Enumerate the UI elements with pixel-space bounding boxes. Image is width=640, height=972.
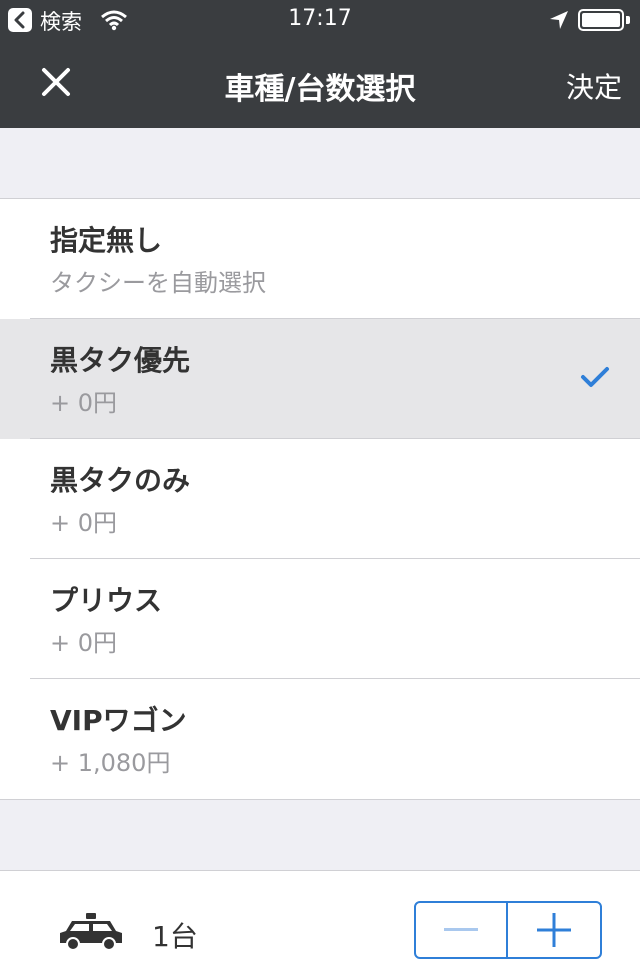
- quantity-stepper: [414, 901, 602, 959]
- option-name: 指定無し: [50, 224, 163, 257]
- option-sub: + 0円: [50, 389, 118, 417]
- option-name: プリウス: [50, 584, 163, 617]
- increment-button[interactable]: [508, 903, 600, 957]
- option-name: 黒タク優先: [50, 344, 191, 377]
- page-title: 車種/台数選択: [224, 72, 416, 107]
- option-row-none[interactable]: 指定無し タクシーを自動選択: [0, 199, 640, 319]
- option-name: VIPワゴン: [50, 704, 187, 737]
- option-sub: タクシーを自動選択: [50, 269, 266, 297]
- navigation-bar: 車種/台数選択 決定: [0, 40, 640, 128]
- status-bar: 検索 17:17: [0, 0, 640, 40]
- car-count: 1台: [152, 920, 198, 953]
- car-type-list: 指定無し タクシーを自動選択 黒タク優先 + 0円 黒タクのみ + 0円 プリウ…: [0, 198, 640, 800]
- option-row-black-priority[interactable]: 黒タク優先 + 0円: [0, 319, 640, 439]
- minus-icon: [444, 928, 478, 931]
- battery-nub: [626, 16, 630, 24]
- battery-icon: [578, 9, 624, 31]
- option-row-black-only[interactable]: 黒タクのみ + 0円: [0, 439, 640, 559]
- quantity-bar: 1台: [0, 870, 640, 972]
- location-arrow-icon: [550, 11, 568, 29]
- option-row-prius[interactable]: プリウス + 0円: [0, 559, 640, 679]
- option-sub: + 1,080円: [50, 749, 171, 777]
- done-button[interactable]: 決定: [566, 66, 622, 106]
- status-time: 17:17: [288, 6, 352, 31]
- plus-icon: [537, 913, 571, 947]
- top-bar: 検索 17:17 車種/台数選択 決定: [0, 0, 640, 128]
- taxi-icon: [60, 913, 122, 951]
- option-name: 黒タクのみ: [50, 464, 191, 497]
- option-sub: + 0円: [50, 629, 118, 657]
- checkmark-icon: [581, 367, 609, 387]
- decrement-button[interactable]: [416, 903, 508, 957]
- option-row-vip-wagon[interactable]: VIPワゴン + 1,080円: [0, 679, 640, 799]
- option-sub: + 0円: [50, 509, 118, 537]
